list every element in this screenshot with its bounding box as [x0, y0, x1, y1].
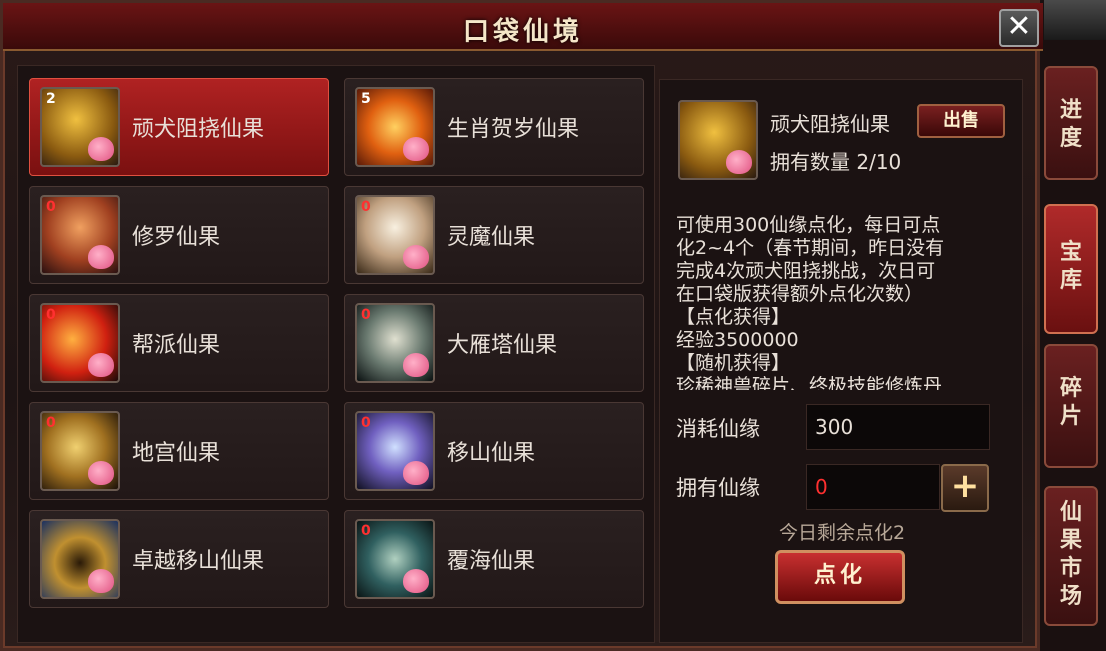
item-name: 覆海仙果 — [447, 549, 536, 574]
item-count: 0 — [361, 415, 371, 431]
golden-lion-icon — [678, 100, 758, 180]
fruit-item-4[interactable]: 0 帮派仙果 — [29, 294, 329, 392]
item-name: 地宫仙果 — [132, 441, 221, 466]
peach-icon — [403, 569, 429, 593]
golden-cave-icon — [40, 519, 120, 599]
tab-fruit-market[interactable]: 仙果市场 — [1044, 486, 1098, 626]
detail-item-name: 顽犬阻挠仙果 — [770, 112, 890, 136]
fire-fist-icon: 5 — [355, 87, 435, 167]
tab-progress[interactable]: 进度 — [1044, 66, 1098, 180]
description-line: 化2~4个（春节期间，昨日没有 — [676, 237, 945, 259]
tab-label: 进度 — [1059, 97, 1082, 151]
item-name: 顽犬阻挠仙果 — [132, 117, 265, 142]
add-currency-button[interactable]: + — [941, 464, 989, 512]
description-line: 在口袋版获得额外点化次数） — [676, 283, 924, 305]
close-button[interactable]: ✕ — [999, 9, 1039, 47]
own-field: 0 — [806, 464, 940, 510]
fruit-item-8[interactable]: 卓越移山仙果 — [29, 510, 329, 608]
description-line: 完成4次顽犬阻挠挑战，次日可 — [676, 260, 936, 282]
peach-icon — [88, 137, 114, 161]
cost-label: 消耗仙缘 — [676, 417, 760, 441]
peach-icon — [403, 461, 429, 485]
tab-fragments[interactable]: 碎片 — [1044, 344, 1098, 468]
fruit-item-5[interactable]: 0 大雁塔仙果 — [344, 294, 644, 392]
peach-icon — [403, 353, 429, 377]
peach-icon — [403, 245, 429, 269]
title-bar: 口袋仙境 ✕ — [3, 3, 1043, 51]
close-icon: ✕ — [1006, 9, 1032, 44]
item-name: 修罗仙果 — [132, 225, 221, 250]
fruit-item-6[interactable]: 0 地宫仙果 — [29, 402, 329, 500]
description-line: 经验3500000 — [676, 329, 799, 351]
fruit-item-0[interactable]: 2 顽犬阻挠仙果 — [29, 78, 329, 176]
dragon-boat-icon: 0 — [355, 519, 435, 599]
item-count: 0 — [46, 415, 56, 431]
tab-label: 宝库 — [1059, 239, 1082, 293]
peach-icon — [726, 150, 752, 174]
peach-icon — [403, 137, 429, 161]
plus-icon: + — [950, 466, 980, 506]
sell-button[interactable]: 出售 — [917, 104, 1005, 138]
remaining-refines: 今日剩余点化2 — [778, 522, 906, 544]
item-count: 0 — [46, 307, 56, 323]
item-name: 灵魔仙果 — [447, 225, 536, 250]
fruit-item-1[interactable]: 5 生肖贺岁仙果 — [344, 78, 644, 176]
golden-lion-icon: 2 — [40, 87, 120, 167]
own-label: 拥有仙缘 — [676, 476, 760, 500]
refine-button[interactable]: 点化 — [775, 550, 905, 604]
item-name: 大雁塔仙果 — [447, 333, 558, 358]
window-title: 口袋仙境 — [462, 17, 583, 47]
item-name: 卓越移山仙果 — [132, 549, 265, 574]
item-name: 生肖贺岁仙果 — [447, 117, 580, 142]
description-line: 【点化获得】 — [676, 306, 791, 328]
item-name: 帮派仙果 — [132, 333, 221, 358]
fruit-list: 2 顽犬阻挠仙果 5 生肖贺岁仙果 0 修罗仙果 0 灵魔仙果 0 帮派仙果 0… — [17, 65, 655, 643]
owned-quantity: 拥有数量 2/10 — [770, 150, 902, 174]
pagoda-icon: 0 — [355, 303, 435, 383]
pocket-wonderland-window: 口袋仙境 ✕ 2 顽犬阻挠仙果 5 生肖贺岁仙果 0 修罗仙果 0 灵魔仙果 0… — [0, 0, 1043, 651]
cost-field: 300 — [806, 404, 990, 450]
fruit-item-7[interactable]: 0 移山仙果 — [344, 402, 644, 500]
item-name: 移山仙果 — [447, 441, 536, 466]
description-line: 可使用300仙缘点化，每日可点 — [676, 214, 941, 236]
description-line: 珍稀神兽碎片、终极技能修炼丹 — [676, 375, 943, 390]
item-count: 5 — [361, 91, 371, 107]
asura-icon: 0 — [40, 195, 120, 275]
fruit-item-9[interactable]: 0 覆海仙果 — [344, 510, 644, 608]
detail-panel: 顽犬阻挠仙果 出售 拥有数量 2/10 可使用300仙缘点化，每日可点 化2~4… — [659, 79, 1023, 643]
fruit-item-3[interactable]: 0 灵魔仙果 — [344, 186, 644, 284]
tab-treasury[interactable]: 宝库 — [1044, 204, 1098, 334]
description-text: 可使用300仙缘点化，每日可点 化2~4个（春节期间，昨日没有 完成4次顽犬阻挠… — [676, 214, 996, 390]
item-count: 0 — [361, 523, 371, 539]
item-count: 2 — [46, 91, 56, 107]
fruit-item-2[interactable]: 0 修罗仙果 — [29, 186, 329, 284]
tab-label: 碎片 — [1059, 375, 1082, 429]
item-count: 0 — [46, 199, 56, 215]
peach-icon — [88, 245, 114, 269]
hooded-hero-icon: 0 — [355, 195, 435, 275]
token-icon: 0 — [40, 411, 120, 491]
crystal-icon: 0 — [355, 411, 435, 491]
gang-banner-icon: 0 — [40, 303, 120, 383]
peach-icon — [88, 569, 114, 593]
peach-icon — [88, 461, 114, 485]
description-line: 【随机获得】 — [676, 352, 791, 374]
item-count: 0 — [361, 307, 371, 323]
portrait-corner — [1044, 0, 1106, 40]
item-count: 0 — [361, 199, 371, 215]
peach-icon — [88, 353, 114, 377]
tab-label: 仙果市场 — [1059, 499, 1082, 609]
